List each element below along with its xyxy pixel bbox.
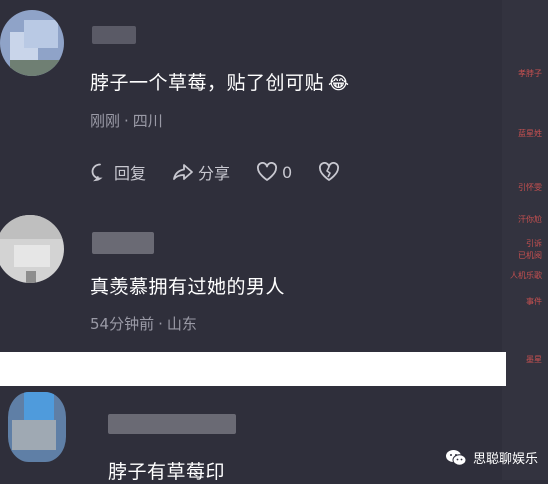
dislike-button[interactable] xyxy=(318,162,340,182)
laughing-emoji-icon: 😂 xyxy=(328,73,350,94)
side-page-strip: 孝脖子 蓝星姓 引怀雯 汗你尬 引诉 已机阅 人机乐歌 事件 墨星 xyxy=(502,0,548,480)
avatar[interactable] xyxy=(0,10,64,76)
avatar[interactable] xyxy=(0,215,64,283)
avatar[interactable] xyxy=(8,392,66,462)
username-blurred[interactable] xyxy=(92,232,154,254)
watermark: 思聪聊娱乐 xyxy=(445,448,538,467)
watermark-label: 思聪聊娱乐 xyxy=(472,452,538,467)
side-fragment: 人机乐歌 xyxy=(510,271,542,280)
side-fragment: 事件 xyxy=(526,297,542,306)
side-fragment: 汗你尬 xyxy=(518,215,542,224)
reply-label: 回复 xyxy=(114,164,147,183)
share-arrow-icon xyxy=(173,164,193,180)
reply-button[interactable]: 回复 xyxy=(90,160,146,184)
comment-location: 四川 xyxy=(132,112,163,130)
comment-time: 刚刚 xyxy=(90,112,121,130)
side-fragment: 蓝星姓 xyxy=(518,129,542,138)
comment-location: 山东 xyxy=(166,315,197,333)
heart-icon xyxy=(257,162,278,181)
comment-meta: 54分钟前 · 山东 xyxy=(90,313,197,334)
meta-separator: · xyxy=(158,315,163,333)
comment-text: 脖子一个草莓，贴了创可贴 😂 xyxy=(90,68,350,95)
broken-heart-icon xyxy=(319,162,340,181)
wechat-icon xyxy=(445,449,467,466)
share-button[interactable]: 分享 xyxy=(172,160,230,184)
comment-meta: 刚刚 · 四川 xyxy=(90,110,163,131)
side-fragment: 引怀雯 xyxy=(518,183,542,192)
meta-separator: · xyxy=(124,112,129,130)
divider-band xyxy=(0,352,506,386)
comment-actions: 回复 分享 0 xyxy=(90,158,366,186)
like-button[interactable]: 0 xyxy=(256,162,292,182)
comment-time: 54分钟前 xyxy=(90,315,155,333)
username-blurred[interactable] xyxy=(92,26,136,44)
side-fragment: 已机阅 xyxy=(518,251,542,260)
like-count: 0 xyxy=(282,162,293,182)
share-label: 分享 xyxy=(198,164,231,183)
comment-body: 脖子一个草莓，贴了创可贴 xyxy=(90,72,325,94)
side-fragment: 墨星 xyxy=(526,355,542,364)
side-fragment: 孝脖子 xyxy=(518,69,542,78)
username-blurred[interactable] xyxy=(108,414,236,434)
comment-text: 真羡慕拥有过她的男人 xyxy=(90,276,286,298)
reply-bubble-icon xyxy=(91,163,103,182)
side-fragment: 引诉 xyxy=(526,239,542,248)
